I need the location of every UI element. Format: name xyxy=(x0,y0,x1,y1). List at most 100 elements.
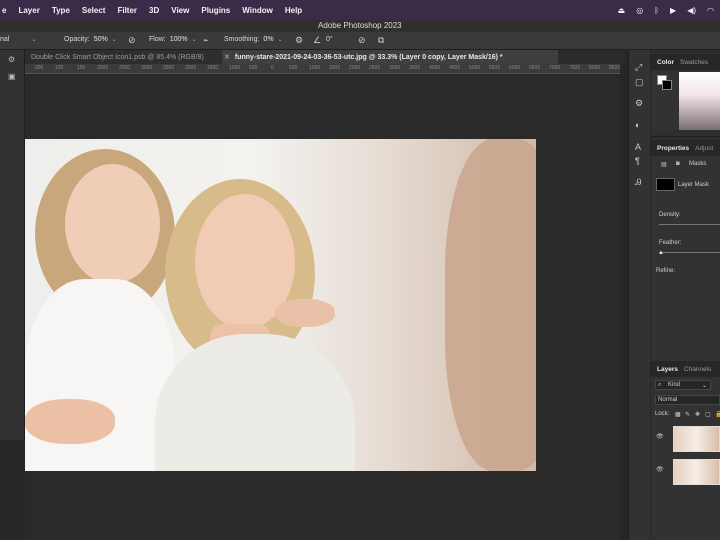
tab-swatches[interactable]: Swatches xyxy=(680,59,708,66)
menu-plugins[interactable]: Plugins xyxy=(201,6,230,15)
frame-icon[interactable]: ▣ xyxy=(8,72,16,81)
photo-blur xyxy=(445,139,536,471)
photo-girl-shirt xyxy=(25,279,175,471)
properties-panel-tabs: Properties Adjust xyxy=(651,140,720,156)
layer-mask-thumbnail[interactable] xyxy=(656,178,675,191)
paragraph-icon[interactable]: ¶ xyxy=(635,156,640,166)
blend-mode-value: Normal xyxy=(658,397,678,403)
opacity-value[interactable]: 50% xyxy=(94,36,108,43)
chevron-down-icon: ⌄ xyxy=(31,37,37,43)
menu-layer[interactable]: Layer xyxy=(18,6,39,15)
tab-smart-object[interactable]: Double Click Smart Object Icon1.psb @ 85… xyxy=(25,50,221,64)
layers-panel-tabs: Layers Channels xyxy=(651,361,720,377)
ruler-tick: 5000 xyxy=(469,65,481,71)
ruler-tick: 6500 xyxy=(529,65,541,71)
status-icons: ⏏ ◎ ᛒ ▶ ◀) ◠ xyxy=(618,0,714,20)
comment-icon[interactable]: ▢ xyxy=(635,77,644,88)
flow-control[interactable]: Flow: 100% ⌄ xyxy=(149,36,197,43)
angle-value[interactable]: 0° xyxy=(326,36,333,43)
flow-value[interactable]: 100% xyxy=(170,36,188,43)
symmetry-icon[interactable]: ⧉ xyxy=(378,35,384,46)
chevron-down-icon[interactable]: ⌄ xyxy=(278,36,283,43)
refine-label: Refine: xyxy=(656,268,676,274)
menu-3d[interactable]: 3D xyxy=(149,6,159,15)
smoothing-control[interactable]: Smoothing: 0% ⌄ xyxy=(224,36,283,43)
menu-edit-partial[interactable]: e xyxy=(2,6,6,15)
feather-handle-icon[interactable]: ▲ xyxy=(658,250,664,256)
blend-mode-dropdown[interactable]: Normal xyxy=(655,395,720,405)
tab-properties[interactable]: Properties xyxy=(657,145,689,152)
search-icon: ⌕ xyxy=(658,382,662,388)
glyphs-icon[interactable]: Ꭿ xyxy=(635,177,642,188)
chevron-down-icon: ⌄ xyxy=(702,383,708,389)
eye-icon[interactable]: 👁 xyxy=(656,466,664,473)
chevron-down-icon[interactable]: ⌄ xyxy=(112,36,117,43)
smoothing-value[interactable]: 0% xyxy=(263,36,273,43)
lock-transparent-icon[interactable]: ▦ xyxy=(675,411,681,418)
pressure-size-icon[interactable]: ⊘ xyxy=(358,35,366,46)
wifi-icon[interactable]: ◠ xyxy=(707,6,714,15)
ruler-tick: 2550 xyxy=(119,65,131,71)
lock-label: Lock: xyxy=(655,411,670,417)
color-picker-field[interactable] xyxy=(679,72,720,130)
character-icon[interactable]: A xyxy=(635,142,641,152)
layer-row[interactable]: 👁 xyxy=(651,423,720,453)
bluetooth-icon[interactable]: ᛒ xyxy=(654,6,659,15)
eject-icon[interactable]: ⏏ xyxy=(618,6,626,15)
tab-color[interactable]: Color xyxy=(657,59,674,66)
menu-bar: e Layer Type Select Filter 3D View Plugi… xyxy=(0,0,720,20)
gear-icon[interactable]: ⚙ xyxy=(8,55,15,64)
vector-mask-icon[interactable]: ◙ xyxy=(676,161,680,167)
volume-icon[interactable]: ◀) xyxy=(687,6,696,15)
title-bar: Adobe Photoshop 2023 xyxy=(0,20,720,32)
history-icon[interactable]: ⤢ xyxy=(635,62,642,73)
lock-artboard-icon[interactable]: ▢ xyxy=(705,411,711,418)
tab-channels[interactable]: Channels xyxy=(684,366,711,373)
ruler-tick: 4000 xyxy=(429,65,441,71)
close-icon[interactable]: ✕ xyxy=(224,53,230,61)
eye-icon[interactable]: 👁 xyxy=(656,433,664,440)
ruler-tick: 7000 xyxy=(549,65,561,71)
libraries-icon[interactable]: ◐ xyxy=(635,120,640,130)
menu-help[interactable]: Help xyxy=(285,6,302,15)
pixel-mask-icon[interactable]: ▤ xyxy=(661,161,667,168)
menu-view[interactable]: View xyxy=(171,6,189,15)
adjustments-icon[interactable]: ⚙ xyxy=(635,98,643,109)
mode-value: nal xyxy=(0,36,10,43)
opacity-control[interactable]: Opacity: 50% ⌄ xyxy=(64,36,117,43)
document-tabs: Double Click Smart Object Icon1.psb @ 85… xyxy=(25,50,625,64)
document-photo[interactable] xyxy=(25,139,536,471)
chevron-down-icon[interactable]: ⌄ xyxy=(192,36,197,43)
ruler-tick: 2000 xyxy=(97,65,109,71)
mode-dropdown[interactable]: nal ⌄ xyxy=(0,36,36,43)
ruler-tick: 2000 xyxy=(185,65,197,71)
feather-slider[interactable] xyxy=(659,252,720,253)
tab-layers[interactable]: Layers xyxy=(657,366,678,373)
flow-label: Flow: xyxy=(149,36,166,43)
menu-filter[interactable]: Filter xyxy=(117,6,137,15)
lock-all-icon[interactable]: 🔒 xyxy=(715,411,720,418)
gear-icon[interactable]: ⚙ xyxy=(295,35,303,46)
menu-type[interactable]: Type xyxy=(52,6,70,15)
menu-window[interactable]: Window xyxy=(242,6,273,15)
ruler-tick: 150 xyxy=(77,65,86,71)
lock-position-icon[interactable]: ✥ xyxy=(695,411,700,418)
creative-cloud-icon[interactable]: ◎ xyxy=(636,6,643,15)
density-slider[interactable] xyxy=(659,224,720,225)
play-icon[interactable]: ▶ xyxy=(670,6,676,15)
menu-select[interactable]: Select xyxy=(82,6,106,15)
airbrush-icon[interactable]: ⌁ xyxy=(203,35,208,46)
tab-adjustments[interactable]: Adjust xyxy=(695,145,713,152)
ruler-tick: 5500 xyxy=(489,65,501,71)
lock-image-icon[interactable]: ✎ xyxy=(685,411,690,418)
angle-control[interactable]: 0° xyxy=(326,36,333,43)
tab-funny-stare[interactable]: ✕ funny-stare-2021-09-24-03-36-53-utc.jp… xyxy=(222,50,558,64)
ruler-tick: 4500 xyxy=(449,65,461,71)
kind-filter[interactable]: ⌕ Kind ⌄ xyxy=(655,380,711,390)
layer-row[interactable]: 👁 xyxy=(651,456,720,486)
background-swatch[interactable] xyxy=(662,80,672,90)
pressure-opacity-icon[interactable]: ⊘ xyxy=(128,35,136,46)
right-panels: Color Swatches Properties Adjust ▤ ◙ Mas… xyxy=(651,50,720,540)
ruler-tick: 500 xyxy=(289,65,298,71)
ruler-tick: 2000 xyxy=(349,65,361,71)
